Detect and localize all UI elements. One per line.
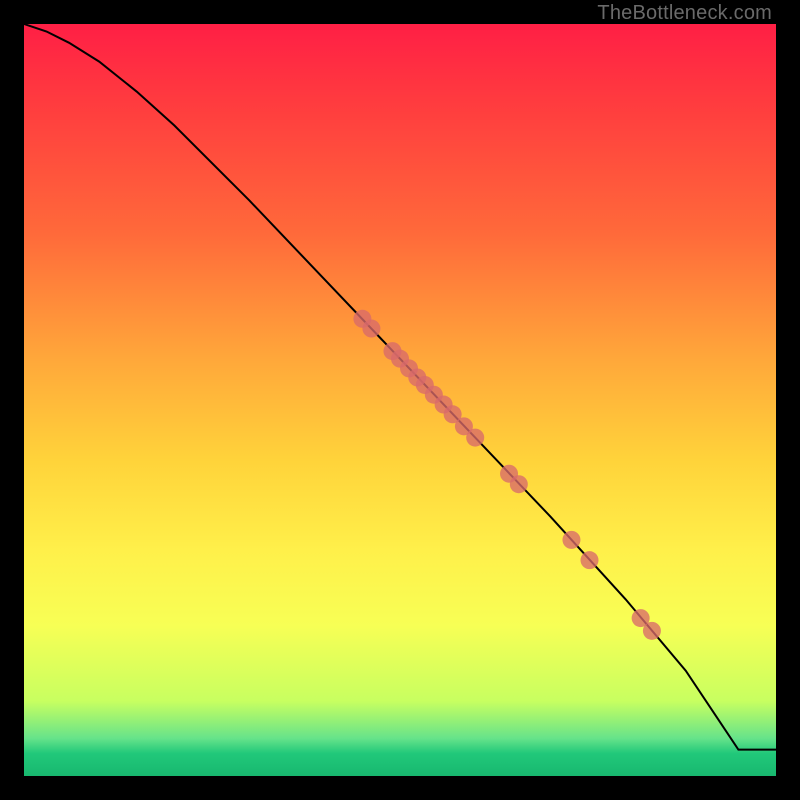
data-point xyxy=(466,429,484,447)
curve-group xyxy=(24,24,776,750)
points-group xyxy=(353,310,661,640)
bottleneck-curve xyxy=(24,24,776,750)
data-point xyxy=(562,531,580,549)
data-point xyxy=(581,551,599,569)
data-point xyxy=(643,622,661,640)
plot-area xyxy=(24,24,776,776)
watermark-text: TheBottleneck.com xyxy=(597,2,772,25)
data-point xyxy=(510,475,528,493)
data-point xyxy=(362,320,380,338)
chart-svg xyxy=(24,24,776,776)
chart-frame: TheBottleneck.com xyxy=(0,0,800,800)
